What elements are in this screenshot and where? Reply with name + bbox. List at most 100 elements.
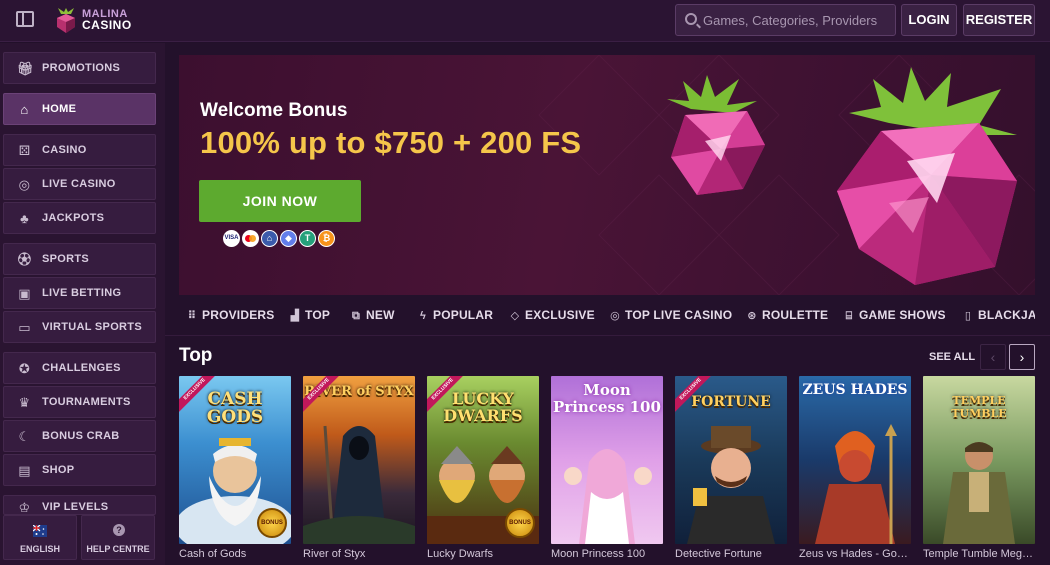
game-card[interactable]: Moon Princess 100 Moon Princess 100 — [551, 376, 663, 565]
sidebar-toggle-icon[interactable] — [16, 11, 34, 27]
divider — [165, 335, 1050, 336]
tab-top-live-casino[interactable]: ◎ TOP LIVE CASINO — [609, 295, 732, 335]
sidebar-item-shop[interactable]: ▤ SHOP — [3, 454, 156, 486]
monitor-icon: ▭ — [18, 320, 31, 335]
question-icon: ? — [113, 524, 125, 536]
game-thumbnail[interactable]: LUCKY DWARFS EXCLUSIVE BONUS — [427, 376, 539, 544]
language-button[interactable]: ENGLISH — [3, 515, 77, 560]
tab-label: NEW — [366, 308, 395, 322]
tab-game-shows[interactable]: ⌸ GAME SHOWS — [843, 295, 946, 335]
tab-label: ROULETTE — [762, 308, 829, 322]
game-thumbnail[interactable]: TEMPLE TUMBLE — [923, 376, 1035, 544]
game-card[interactable]: FORTUNE EXCLUSIVE Detective Fortune — [675, 376, 787, 565]
sidebar-footer: ENGLISH ? HELP CENTRE — [3, 515, 156, 561]
sidebar-item-jackpots[interactable]: ♣ JACKPOTS — [3, 202, 156, 234]
tab-label: GAME SHOWS — [859, 308, 946, 322]
carousel-prev-button[interactable]: ‹ — [980, 344, 1006, 370]
game-name: Temple Tumble Megaways — [923, 548, 1035, 560]
game-logo-text: Moon Princess 100 — [553, 381, 661, 416]
join-now-button[interactable]: JOIN NOW — [199, 180, 361, 222]
language-label: ENGLISH — [19, 544, 60, 554]
help-centre-label: HELP CENTRE — [86, 544, 150, 554]
australia-flag-icon — [33, 525, 47, 537]
game-logo-text: CASH GODS — [206, 389, 264, 427]
game-logo-text: TEMPLE TUMBLE — [951, 394, 1007, 420]
tab-top[interactable]: ▟ TOP — [289, 295, 330, 335]
sidebar-item-label: LIVE CASINO — [42, 178, 116, 190]
sidebar-item-casino[interactable]: ⚄ CASINO — [3, 134, 156, 166]
tab-providers[interactable]: ⠿ PROVIDERS — [186, 295, 275, 335]
sidebar-item-tournaments[interactable]: ♛ TOURNAMENTS — [3, 386, 156, 418]
sidebar-item-virtual-sports[interactable]: ▭ VIRTUAL SPORTS — [3, 311, 156, 343]
game-logo-text: FORTUNE — [691, 394, 771, 410]
logo[interactable]: MALINA CASINO — [54, 6, 144, 34]
football-icon: ⚽︎ — [17, 252, 32, 267]
game-thumbnail[interactable]: ZEUS HADES — [799, 376, 911, 544]
game-thumbnail[interactable]: RIVER of STYX EXCLUSIVE — [303, 376, 415, 544]
help-centre-button[interactable]: ? HELP CENTRE — [81, 515, 155, 560]
tv-icon: ⌸ — [845, 310, 853, 322]
tab-label: EXCLUSIVE — [525, 308, 595, 322]
sidebar-item-sports[interactable]: ⚽︎ SPORTS — [3, 243, 156, 275]
trophy-icon: ♛ — [18, 395, 31, 410]
login-button[interactable]: LOGIN — [901, 4, 957, 36]
search-box[interactable] — [675, 4, 896, 36]
bonus-badge: BONUS — [505, 508, 535, 538]
chevron-left-icon: ‹ — [990, 349, 996, 365]
crown-icon: ♔ — [18, 500, 31, 515]
bonus-badge: BONUS — [257, 508, 287, 538]
game-name: Zeus vs Hades - Gods of War — [799, 548, 911, 560]
game-thumbnail[interactable]: CASH GODS EXCLUSIVE BONUS — [179, 376, 291, 544]
tab-popular[interactable]: ϟ POPULAR — [417, 295, 493, 335]
game-card[interactable]: LUCKY DWARFS EXCLUSIVE BONUS Lucky Dwarf… — [427, 376, 539, 565]
sidebar-item-live-casino[interactable]: ◎ LIVE CASINO — [3, 168, 156, 200]
top-bar: MALINA CASINO LOGIN REGISTER — [0, 0, 1050, 42]
roulette-icon: ⊛ — [747, 310, 757, 322]
tab-label: POPULAR — [433, 308, 494, 322]
tab-exclusive[interactable]: ◇ EXCLUSIVE — [509, 295, 595, 335]
sidebar-item-label: SPORTS — [42, 253, 90, 265]
sidebar-item-vip-levels[interactable]: ♔ VIP LEVELS — [3, 495, 156, 515]
dice-icon: ⚄ — [18, 143, 31, 158]
see-all-link[interactable]: SEE ALL — [929, 351, 975, 363]
gift-icon: 🎁︎ — [17, 61, 34, 76]
register-button[interactable]: REGISTER — [963, 4, 1035, 36]
sidebar-item-label: BONUS CRAB — [42, 430, 120, 442]
bitcoin-icon: ₿ — [318, 230, 335, 247]
game-logo-text: LUCKY DWARFS — [443, 389, 523, 425]
sidebar-item-live-betting[interactable]: ▣ LIVE BETTING — [3, 277, 156, 309]
visa-icon: VISA — [223, 230, 240, 247]
welcome-banner[interactable]: Welcome Bonus 100% up to $750 + 200 FS J… — [179, 55, 1035, 295]
game-card[interactable]: TEMPLE TUMBLE Temple Tumble Megaways — [923, 376, 1035, 565]
sidebar: 🎁︎ PROMOTIONS ⌂ HOME ⚄ CASINO ◎ LIVE CAS… — [0, 43, 165, 565]
section-title: Top — [179, 345, 213, 366]
tab-label: TOP LIVE CASINO — [625, 308, 733, 322]
logo-line2: CASINO — [82, 18, 132, 32]
search-icon — [685, 13, 697, 25]
tab-new[interactable]: ⧉ NEW — [350, 295, 395, 335]
sidebar-item-bonus-crab[interactable]: ☾ BONUS CRAB — [3, 420, 156, 452]
reaper-artwork — [303, 425, 415, 544]
game-thumbnail[interactable]: FORTUNE EXCLUSIVE — [675, 376, 787, 544]
cards-icon: ▯ — [964, 310, 972, 322]
game-card[interactable]: ZEUS HADES Zeus vs Hades - Gods of War — [799, 376, 911, 565]
chevron-right-icon: › — [1019, 349, 1025, 365]
sidebar-item-promotions[interactable]: 🎁︎ PROMOTIONS — [3, 52, 156, 84]
game-thumbnail[interactable]: Moon Princess 100 — [551, 376, 663, 544]
tab-roulette[interactable]: ⊛ ROULETTE — [746, 295, 828, 335]
game-card[interactable]: CASH GODS EXCLUSIVE BONUS Cash of Gods — [179, 376, 291, 565]
tab-blackjack[interactable]: ▯ BLACKJACK — [962, 295, 1035, 335]
logo-text: MALINA CASINO — [82, 9, 132, 32]
search-input[interactable] — [703, 5, 893, 35]
tab-label: PROVIDERS — [202, 308, 275, 322]
crab-claw-icon: ☾ — [18, 429, 31, 444]
game-name: River of Styx — [303, 548, 366, 560]
game-card[interactable]: RIVER of STYX EXCLUSIVE River of Styx — [303, 376, 415, 565]
sidebar-item-challenges[interactable]: ✪ CHALLENGES — [3, 352, 156, 384]
new-icon: ⧉ — [351, 310, 361, 322]
sidebar-item-label: PROMOTIONS — [42, 62, 121, 74]
sidebar-item-home[interactable]: ⌂ HOME — [3, 93, 156, 125]
sidebar-item-label: HOME — [42, 103, 77, 115]
game-logo-text: ZEUS HADES — [802, 382, 908, 398]
carousel-next-button[interactable]: › — [1009, 344, 1035, 370]
